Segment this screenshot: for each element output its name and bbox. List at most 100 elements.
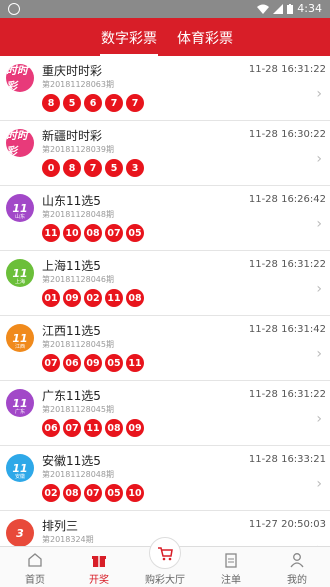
lottery-logo-icon: 11 江西 — [6, 324, 34, 352]
number-ball: 08 — [126, 289, 144, 307]
lottery-logo-icon: 时时彩 — [6, 129, 34, 157]
number-ball: 5 — [63, 94, 81, 112]
lottery-name: 山东11选5 — [42, 194, 101, 208]
lottery-period: 第20181128048期 — [42, 210, 114, 219]
draw-time: 11-27 20:50:03 — [248, 519, 326, 530]
lottery-name: 排列三 — [42, 519, 79, 533]
number-ball: 10 — [63, 224, 81, 242]
number-ball: 07 — [42, 354, 60, 372]
number-ball: 01 — [42, 289, 60, 307]
number-ball: 08 — [84, 224, 102, 242]
chevron-right-icon: › — [316, 476, 322, 492]
status-circle-icon — [8, 3, 20, 15]
number-ball: 07 — [84, 484, 102, 502]
draw-time: 11-28 16:31:42 — [248, 324, 326, 335]
wifi-icon — [257, 4, 270, 14]
lottery-logo-icon: 11 安徽 — [6, 454, 34, 482]
chevron-right-icon: › — [316, 411, 322, 427]
tab-bet-label: 注单 — [221, 575, 241, 586]
draw-time: 11-28 16:30:22 — [248, 129, 326, 140]
tab-sports-lottery[interactable]: 体育彩票 — [176, 28, 234, 56]
number-ball: 8 — [42, 94, 60, 112]
number-ball: 11 — [84, 419, 102, 437]
bottom-tabbar: 首页 开奖 购彩大厅 注单 我的 — [0, 537, 330, 587]
lottery-name: 上海11选5 — [42, 259, 101, 273]
number-ball: 11 — [42, 224, 60, 242]
number-ball: 02 — [84, 289, 102, 307]
lottery-row[interactable]: 11 安徽 安徽11选5 第20181128048期 11-28 16:33:21 › 02… — [0, 446, 330, 511]
draw-balls: 85677 — [42, 94, 144, 112]
lottery-row[interactable]: 11 上海 上海11选5 第20181128046期 11-28 16:31:22 › 01… — [0, 251, 330, 316]
lottery-period: 第20181128046期 — [42, 275, 114, 284]
draw-time: 11-28 16:31:22 — [248, 389, 326, 400]
tab-prize[interactable]: 开奖 — [74, 551, 124, 586]
lottery-name: 重庆时时彩 — [42, 64, 103, 78]
draw-time: 11-28 16:31:22 — [248, 259, 326, 270]
lottery-logo-text: 时时彩 — [6, 129, 28, 157]
number-ball: 8 — [63, 159, 81, 177]
number-ball: 08 — [105, 419, 123, 437]
draw-time: 11-28 16:31:22 — [248, 64, 326, 75]
tab-lobby[interactable]: 购彩大厅 — [140, 537, 190, 586]
number-ball: 07 — [63, 419, 81, 437]
lottery-logo-text: 3 — [16, 526, 24, 540]
draw-balls: 02 08 07 05 10 — [42, 484, 144, 502]
tab-mine[interactable]: 我的 — [272, 551, 322, 586]
chevron-right-icon: › — [316, 86, 322, 102]
tab-digital-lottery[interactable]: 数字彩票 — [100, 28, 158, 56]
draw-balls: 06 07 11 08 09 — [42, 419, 144, 437]
lottery-logo-sub: 山东 — [14, 214, 25, 220]
lottery-logo-sub: 广东 — [14, 409, 25, 415]
tab-home[interactable]: 首页 — [10, 551, 60, 586]
header: 数字彩票 体育彩票 — [0, 18, 330, 56]
lottery-period: 第20181128063期 — [42, 80, 114, 89]
tab-home-label: 首页 — [25, 575, 45, 586]
lottery-row[interactable]: 11 山东 山东11选5 第20181128048期 11-28 16:26:42 › 11… — [0, 186, 330, 251]
number-ball: 7 — [105, 94, 123, 112]
chevron-right-icon: › — [316, 216, 322, 232]
number-ball: 06 — [42, 419, 60, 437]
clipboard-icon — [225, 553, 237, 568]
lottery-logo-sub: 江西 — [14, 344, 25, 350]
lottery-logo-icon: 11 广东 — [6, 389, 34, 417]
lottery-period: 第20181128039期 — [42, 145, 114, 154]
number-ball: 05 — [105, 484, 123, 502]
lottery-row[interactable]: 11 广东 广东11选5 第20181128045期 11-28 16:31:22 › 06… — [0, 381, 330, 446]
number-ball: 09 — [126, 419, 144, 437]
number-ball: 11 — [126, 354, 144, 372]
battery-icon — [287, 3, 294, 14]
draw-balls: 08753 — [42, 159, 144, 177]
lottery-row[interactable]: 11 江西 江西11选5 第20181128045期 11-28 16:31:42 › 07… — [0, 316, 330, 381]
tab-bet[interactable]: 注单 — [206, 551, 256, 586]
lottery-list: 时时彩 重庆时时彩 第20181128063期 11-28 16:31:22 › 8 5 6 7… — [0, 56, 330, 546]
draw-time: 11-28 16:26:42 — [248, 194, 326, 205]
lottery-name: 安徽11选5 — [42, 454, 101, 468]
lottery-row[interactable]: 时时彩 新疆时时彩第20181128039期 11-28 16:30:22 › 0 8 7 5… — [0, 121, 330, 186]
number-ball: 10 — [126, 484, 144, 502]
number-ball: 05 — [126, 224, 144, 242]
lottery-logo-icon: 11 山东 — [6, 194, 34, 222]
number-ball: 3 — [126, 159, 144, 177]
lottery-logo-text: 时时彩 — [6, 64, 28, 92]
signal-icon — [273, 3, 284, 14]
number-ball: 08 — [63, 484, 81, 502]
number-ball: 0 — [42, 159, 60, 177]
lottery-logo-icon: 3 — [6, 519, 34, 546]
user-icon — [290, 553, 304, 568]
lottery-logo-sub: 安徽 — [14, 474, 25, 480]
lottery-logo-icon: 11 上海 — [6, 259, 34, 287]
cart-icon — [149, 537, 181, 569]
number-ball: 6 — [84, 94, 102, 112]
status-time: 4:34 — [297, 2, 322, 15]
number-ball: 7 — [126, 94, 144, 112]
draw-balls: 11 10 08 07 05 — [42, 224, 144, 242]
tab-lobby-label: 购彩大厅 — [145, 575, 185, 586]
lottery-logo-sub: 上海 — [14, 279, 25, 285]
lottery-name: 新疆时时彩 — [42, 129, 103, 143]
lottery-row[interactable]: 时时彩 重庆时时彩 第20181128063期 11-28 16:31:22 › 8 5 6 7… — [0, 56, 330, 121]
number-ball: 09 — [63, 289, 81, 307]
chevron-right-icon: › — [316, 151, 322, 167]
lottery-logo-icon: 时时彩 — [6, 64, 34, 92]
lottery-period: 第2018324期 — [42, 535, 94, 544]
chevron-right-icon: › — [316, 346, 322, 362]
